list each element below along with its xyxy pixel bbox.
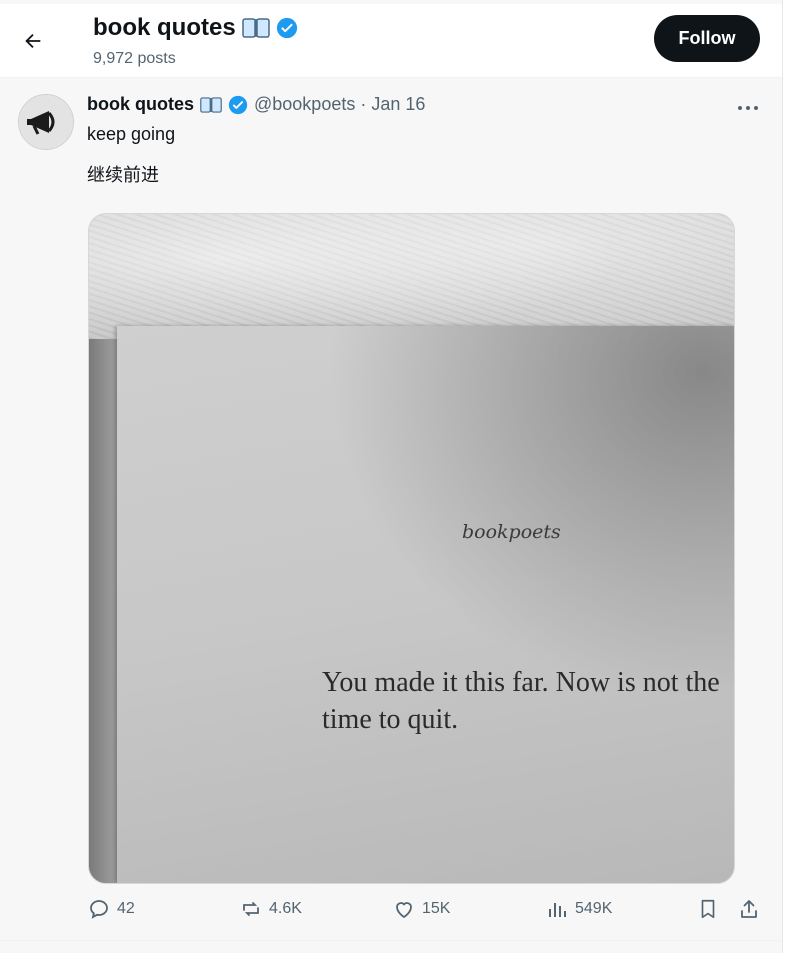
profile-title: book quotes: [93, 14, 298, 42]
more-options-button[interactable]: [735, 98, 761, 118]
more-horizontal-icon: [738, 106, 758, 110]
views-count: 549K: [575, 900, 613, 917]
profile-name: book quotes: [93, 14, 236, 41]
reply-count: 42: [117, 900, 135, 917]
tweet-image[interactable]: bookpoets You made it this far. Now is n…: [88, 213, 735, 884]
views-bar-chart-icon: [549, 903, 566, 917]
avatar[interactable]: [18, 94, 74, 150]
tweet-actions: 42 4.6K 15K 549K: [87, 897, 767, 927]
tweet-text-line-2: 继续前进: [87, 165, 159, 185]
author-name[interactable]: book quotes: [87, 94, 194, 115]
repost-icon: [243, 902, 259, 916]
views-button[interactable]: 549K: [545, 897, 612, 921]
bookmark-icon: [701, 899, 715, 919]
verified-badge-icon: [228, 95, 248, 114]
divider: [0, 940, 782, 941]
image-quote-text: You made it this far. Now is not the tim…: [322, 667, 720, 735]
profile-header: book quotes 9,972 posts Follow: [0, 4, 782, 78]
open-book-icon: [241, 18, 270, 38]
like-count: 15K: [422, 900, 451, 917]
arrow-left-icon: [25, 33, 41, 49]
follow-button[interactable]: Follow: [654, 15, 760, 62]
repost-count: 4.6K: [269, 900, 302, 917]
heart-icon: [396, 902, 412, 919]
bookmark-button[interactable]: [697, 897, 719, 921]
verified-badge-icon: [276, 17, 297, 39]
like-button[interactable]: 15K: [392, 897, 450, 921]
right-edge-divider: [782, 0, 800, 953]
back-button[interactable]: [18, 26, 48, 56]
tweet-text-line-1: keep going: [87, 124, 176, 144]
author-handle-date[interactable]: @bookpoets · Jan 16: [254, 94, 425, 115]
image-brand-text: bookpoets: [462, 521, 561, 543]
share-icon: [741, 900, 757, 918]
open-book-icon: [200, 96, 222, 113]
megaphone-icon: [19, 95, 73, 149]
image-book-page: bookpoets You made it this far. Now is n…: [117, 326, 734, 883]
reply-icon: [90, 900, 108, 919]
reply-button[interactable]: 42: [87, 897, 135, 921]
repost-button[interactable]: 4.6K: [239, 897, 302, 921]
posts-count: 9,972 posts: [93, 50, 176, 67]
share-button[interactable]: [737, 897, 761, 921]
tweet-meta: book quotes @bookpoets · Jan 16: [87, 94, 425, 115]
